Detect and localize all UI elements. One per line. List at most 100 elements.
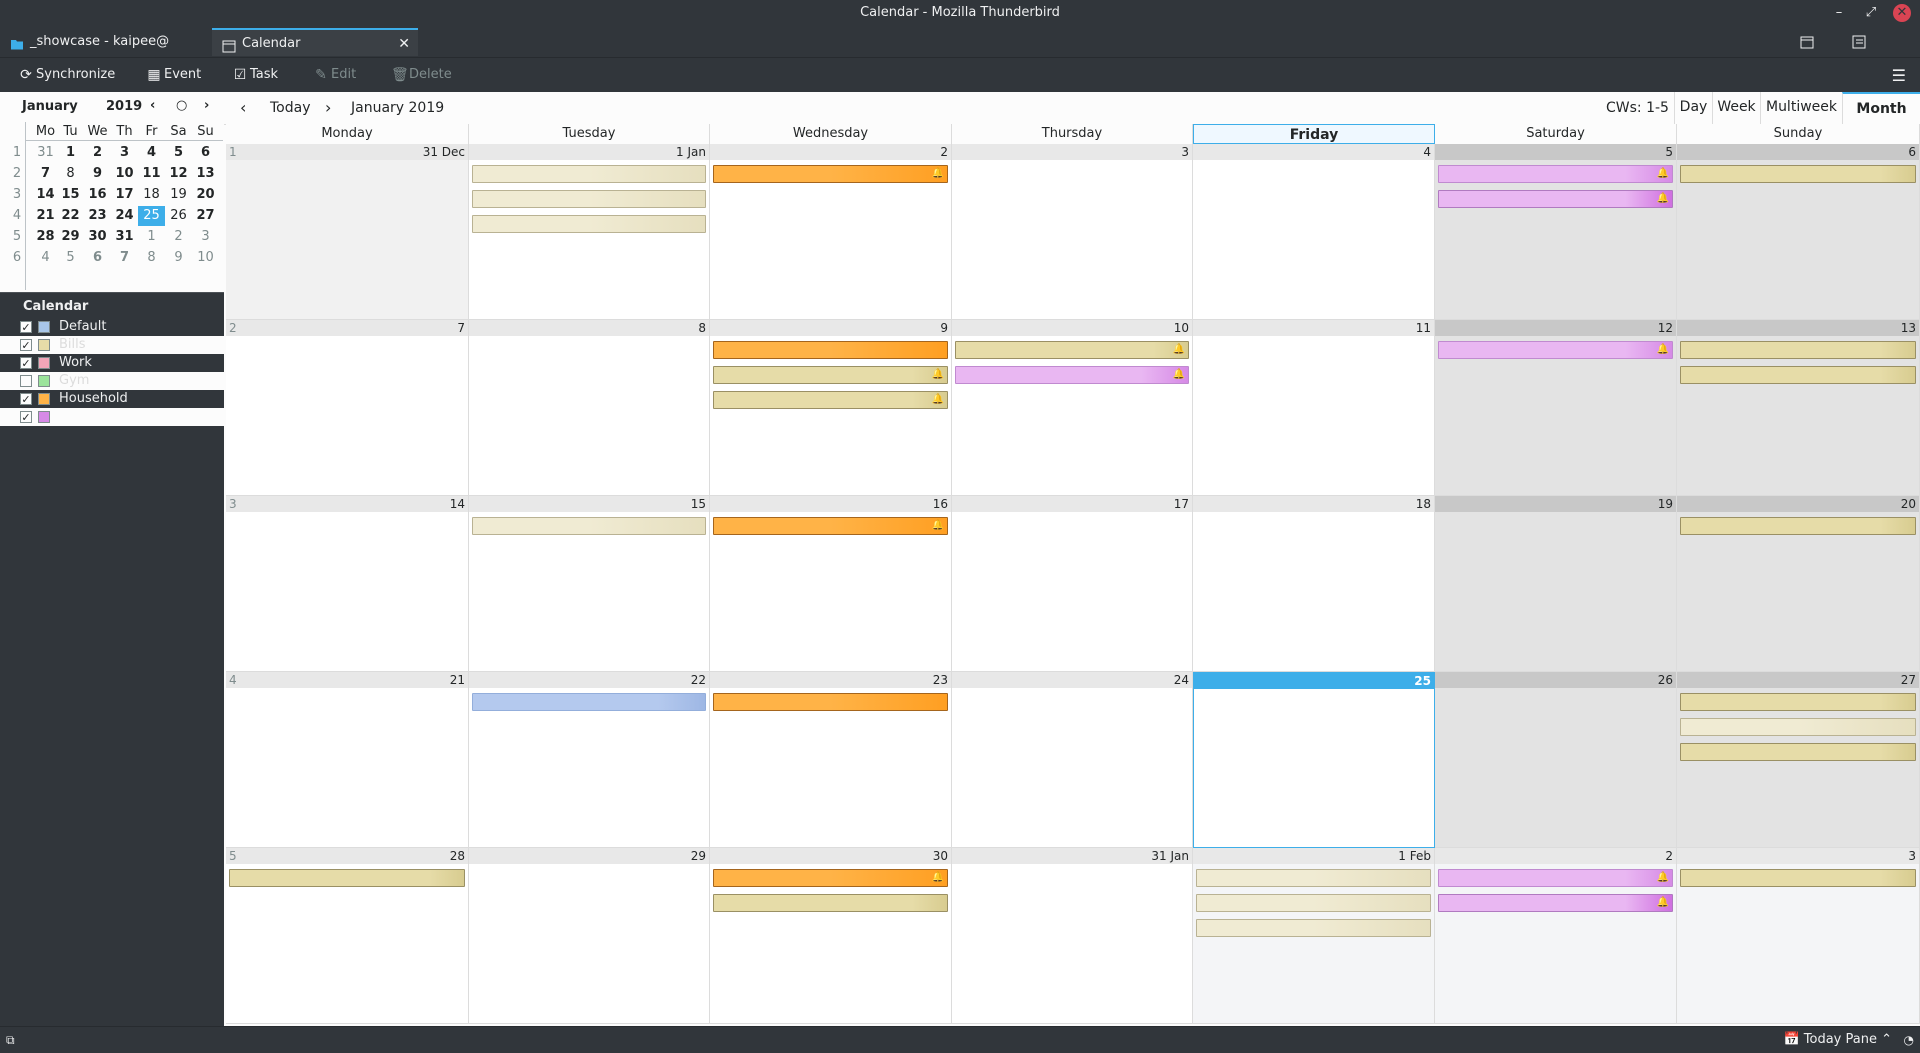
day-cell[interactable]: 6 (1677, 144, 1920, 320)
day-cell[interactable]: 31 Dec 1 (226, 144, 469, 320)
day-cell[interactable]: 19 (1435, 496, 1677, 672)
calendar-item[interactable]: ✓ (0, 408, 224, 426)
mini-month-day[interactable]: 8 (57, 164, 84, 184)
mini-month-name[interactable]: January (22, 99, 78, 114)
calendar-checkbox[interactable]: ✓ (20, 411, 32, 423)
calendar-item[interactable]: ✓ Work (0, 354, 224, 372)
mini-month-day[interactable]: 11 (138, 164, 165, 184)
day-cell[interactable]: 4 (1193, 144, 1435, 320)
calendar-event[interactable] (1680, 869, 1916, 887)
calendar-event[interactable]: 🔔 (1438, 869, 1673, 887)
edit-button[interactable]: ✎ Edit (313, 58, 356, 92)
mini-month-day[interactable]: 9 (84, 164, 111, 184)
calendar-item[interactable]: Gym (0, 372, 224, 390)
day-cell[interactable]: 1 Feb (1193, 848, 1435, 1024)
day-cell[interactable]: 27 (1677, 672, 1920, 848)
calendar-event[interactable]: 🔔 (713, 869, 948, 887)
day-cell[interactable]: 25 (1193, 672, 1435, 848)
day-cell[interactable]: 31 Jan (952, 848, 1193, 1024)
day-cell[interactable]: 9 🔔 🔔 (710, 320, 952, 496)
tasks-tab-icon[interactable] (1851, 34, 1867, 50)
calendar-tab-icon[interactable] (1799, 34, 1815, 50)
mini-month-day[interactable]: 2 (165, 227, 192, 247)
tab-showcase[interactable]: _showcase - kaipee@ (0, 28, 210, 56)
mini-month-day[interactable]: 27 (192, 206, 219, 226)
today-button[interactable]: Today (270, 92, 311, 124)
day-cell[interactable]: 3 (1677, 848, 1920, 1024)
day-cell[interactable]: 12 🔔 (1435, 320, 1677, 496)
mini-month-day[interactable]: 17 (111, 185, 138, 205)
calendar-item[interactable]: ✓ Bills (0, 336, 224, 354)
mini-month-day[interactable]: 1 (138, 227, 165, 247)
day-cell[interactable]: 30 🔔 (710, 848, 952, 1024)
day-cell[interactable]: 2 🔔 🔔 (1435, 848, 1677, 1024)
day-cell[interactable]: 3 (952, 144, 1193, 320)
mini-month-day[interactable]: 7 (32, 164, 59, 184)
mini-month-day[interactable]: 12 (165, 164, 192, 184)
chevron-right-icon[interactable]: › (325, 92, 331, 124)
calendar-event[interactable] (229, 869, 465, 887)
calendar-event[interactable]: 🔔 (1438, 165, 1673, 183)
hamburger-menu-icon[interactable]: ☰ (1892, 66, 1906, 85)
calendar-item[interactable]: ✓ Default (0, 318, 224, 336)
view-tab-week[interactable]: Week (1712, 92, 1760, 124)
calendar-event[interactable] (1196, 869, 1431, 887)
calendar-event[interactable] (713, 341, 948, 359)
mini-month-day[interactable]: 5 (57, 248, 84, 268)
calendar-checkbox[interactable]: ✓ (20, 357, 32, 369)
today-circle-icon[interactable]: ○ (176, 98, 187, 113)
mini-month-day[interactable]: 3 (192, 227, 219, 247)
new-task-button[interactable]: ☑ Task (232, 58, 278, 92)
mini-month-day[interactable]: 16 (84, 185, 111, 205)
mini-month-day[interactable]: 21 (32, 206, 59, 226)
day-cell[interactable]: 22 (469, 672, 710, 848)
mini-month-day[interactable]: 10 (192, 248, 219, 268)
mini-month-day[interactable]: 20 (192, 185, 219, 205)
view-tab-multiweek[interactable]: Multiweek (1760, 92, 1842, 124)
delete-button[interactable]: 🗑 Delete (391, 58, 452, 92)
day-cell[interactable]: 26 (1435, 672, 1677, 848)
calendar-checkbox[interactable]: ✓ (20, 321, 32, 333)
day-cell[interactable]: 15 (469, 496, 710, 672)
day-cell[interactable]: 5 🔔 🔔 (1435, 144, 1677, 320)
calendar-event[interactable]: 🔔 (713, 165, 948, 183)
chevron-left-icon[interactable]: ‹ (240, 92, 246, 124)
mini-month-day[interactable]: 7 (111, 248, 138, 268)
calendar-event[interactable] (1680, 165, 1916, 183)
maximize-icon[interactable]: ⤢ (1862, 4, 1880, 22)
mini-month-day[interactable]: 4 (32, 248, 59, 268)
mini-month-day[interactable]: 1 (57, 143, 84, 163)
calendar-checkbox[interactable]: ✓ (20, 339, 32, 351)
mini-month-day[interactable]: 6 (84, 248, 111, 268)
day-cell[interactable]: 28 5 (226, 848, 469, 1024)
calendar-event[interactable] (1196, 894, 1431, 912)
calendar-event[interactable]: 🔔 (955, 366, 1189, 384)
day-cell[interactable]: 13 (1677, 320, 1920, 496)
calendar-event[interactable] (1680, 341, 1916, 359)
calendar-checkbox[interactable] (20, 375, 32, 387)
calendar-event[interactable] (472, 517, 706, 535)
synchronize-button[interactable]: ⟳ Synchronize (18, 58, 115, 92)
calendar-event[interactable] (472, 165, 706, 183)
mini-month-day[interactable]: 5 (165, 143, 192, 163)
day-cell[interactable]: 23 (710, 672, 952, 848)
day-cell[interactable]: 18 (1193, 496, 1435, 672)
chevron-right-icon[interactable]: › (204, 98, 209, 113)
tab-calendar[interactable]: Calendar ✕ (212, 28, 418, 56)
calendar-event[interactable] (713, 894, 948, 912)
calendar-event[interactable]: 🔔 (1438, 190, 1673, 208)
calendar-event[interactable] (713, 693, 948, 711)
day-cell[interactable]: 2 🔔 (710, 144, 952, 320)
mini-month-day[interactable]: 30 (84, 227, 111, 247)
mini-month-day[interactable]: 6 (192, 143, 219, 163)
calendar-event[interactable]: 🔔 (713, 366, 948, 384)
mini-month-year[interactable]: 2019 (106, 99, 142, 114)
mini-month-day[interactable]: 22 (57, 206, 84, 226)
calendar-event[interactable] (472, 215, 706, 233)
calendar-event[interactable] (472, 190, 706, 208)
mini-month-day[interactable]: 28 (32, 227, 59, 247)
day-cell[interactable]: 10 🔔 🔔 (952, 320, 1193, 496)
today-pane-button[interactable]: 📅 Today Pane ⌃ (1783, 1027, 1892, 1053)
calendar-event[interactable]: 🔔 (713, 517, 948, 535)
close-window-icon[interactable]: ✕ (1893, 4, 1911, 22)
